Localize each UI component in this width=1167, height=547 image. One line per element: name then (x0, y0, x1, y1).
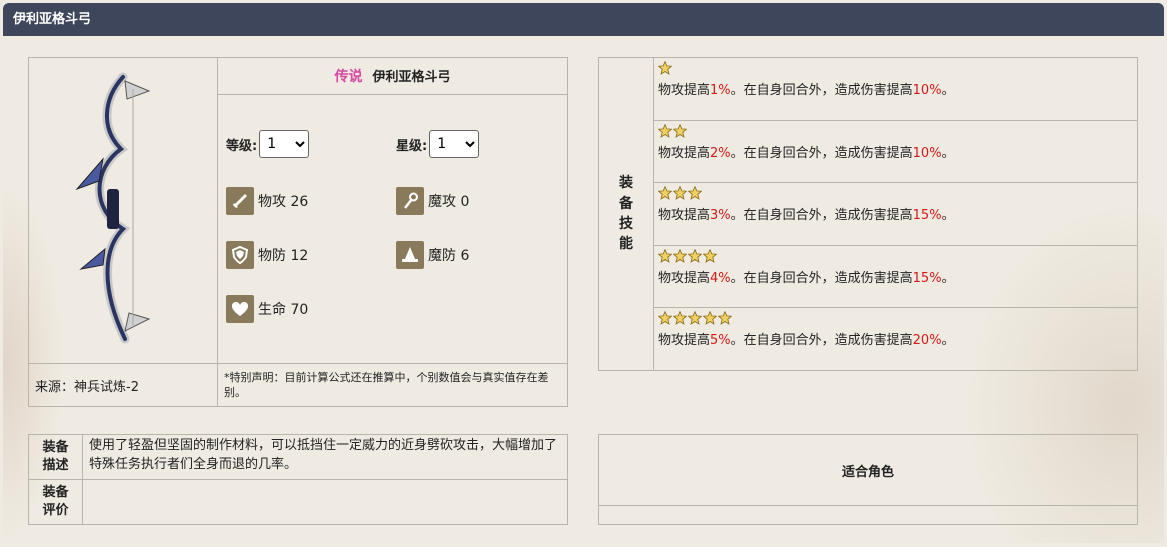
star-icon (673, 311, 687, 326)
star-icon (658, 186, 672, 201)
equipment-description-table: 装备 描述 使用了轻盈但坚固的制作材料，可以抵挡住一定威力的近身劈砍攻击，大幅增加… (28, 434, 568, 525)
disclaimer-note: *特别声明：目前计算公式还在推算中，个别数值会与真实值存在差别。 (217, 363, 568, 407)
wizard-hat-icon (396, 241, 424, 269)
rarity-label: 传说 (334, 69, 363, 85)
stats-cell: 等级: 1 星级: 1 物攻 26 魔攻 0 物防 12 魔防 6 生命 70 (217, 94, 568, 364)
star-icon (658, 123, 672, 138)
star-icon (658, 311, 672, 326)
star-icon (688, 186, 702, 201)
stat-magic-defense: 魔防 6 (396, 241, 469, 269)
star-rating-2 (658, 123, 1133, 142)
star-icon (688, 311, 702, 326)
evaluation-label: 装备 评价 (28, 479, 83, 525)
star-icon (658, 61, 672, 75)
star-icon (718, 311, 732, 326)
page-frame: 伊利亚格斗弓 传说 伊利亚格斗弓 等级: 1 星级: 1 物攻 26 魔攻 0 … (3, 3, 1164, 544)
suitable-roles-table: 适合角色 (598, 434, 1138, 525)
page-title: 伊利亚格斗弓 (3, 3, 1164, 36)
description-label: 装备 描述 (28, 434, 83, 480)
equipment-name-cell: 传说 伊利亚格斗弓 (217, 57, 568, 95)
stat-physical-defense: 物防 12 (226, 241, 308, 269)
star-icon (688, 248, 702, 263)
stat-physical-attack: 物攻 26 (226, 187, 308, 215)
equipment-info-table: 传说 伊利亚格斗弓 等级: 1 星级: 1 物攻 26 魔攻 0 物防 12 魔… (28, 57, 568, 407)
star-rating-5 (658, 311, 1133, 329)
star-icon (673, 248, 687, 263)
skill-row-2: 物攻提高2%。在自身回合外，造成伤害提高10%。 (653, 119, 1138, 184)
star-icon (703, 248, 717, 263)
level-label: 等级: (226, 138, 258, 154)
source-cell: 来源：神兵试炼-2 (28, 363, 218, 407)
star-icon (673, 186, 687, 201)
star-select[interactable]: 1 (429, 130, 480, 158)
star-label: 星级: (396, 138, 428, 154)
skill-row-4: 物攻提高4%。在自身回合外，造成伤害提高15%。 (653, 244, 1138, 309)
level-select[interactable]: 1 (259, 130, 310, 158)
skill-row-3: 物攻提高3%。在自身回合外，造成伤害提高15%。 (653, 182, 1138, 246)
bow-image (75, 72, 151, 343)
suitable-roles-title: 适合角色 (598, 434, 1138, 506)
suitable-roles-list (598, 505, 1138, 525)
skill-row-1: 物攻提高1%。在自身回合外，造成伤害提高10%。 (653, 57, 1138, 121)
star-rating-1 (658, 61, 1133, 79)
star-icon (673, 123, 687, 138)
star-selector: 星级: 1 (396, 130, 480, 158)
skill-row-5: 物攻提高5%。在自身回合外，造成伤害提高20%。 (653, 307, 1138, 371)
equipment-skills-table: 装备技能 物攻提高1%。在自身回合外，造成伤害提高10%。 物攻提高2%。在自身… (598, 57, 1138, 371)
description-text: 使用了轻盈但坚固的制作材料，可以抵挡住一定威力的近身劈砍攻击，大幅增加了特殊任务… (82, 434, 568, 480)
heart-icon (226, 295, 254, 323)
sword-icon (226, 187, 254, 215)
star-rating-3 (658, 186, 1133, 204)
star-icon (658, 248, 672, 263)
stat-hp: 生命 70 (226, 295, 308, 323)
star-icon (703, 311, 717, 326)
star-rating-4 (658, 248, 1133, 267)
magic-staff-icon (396, 187, 424, 215)
skills-label: 装备技能 (598, 57, 654, 371)
evaluation-text (82, 479, 568, 525)
shield-icon (226, 241, 254, 269)
equipment-image-cell (28, 57, 218, 364)
equipment-name: 伊利亚格斗弓 (372, 70, 451, 85)
level-selector: 等级: 1 (226, 130, 310, 158)
stat-magic-attack: 魔攻 0 (396, 187, 469, 215)
